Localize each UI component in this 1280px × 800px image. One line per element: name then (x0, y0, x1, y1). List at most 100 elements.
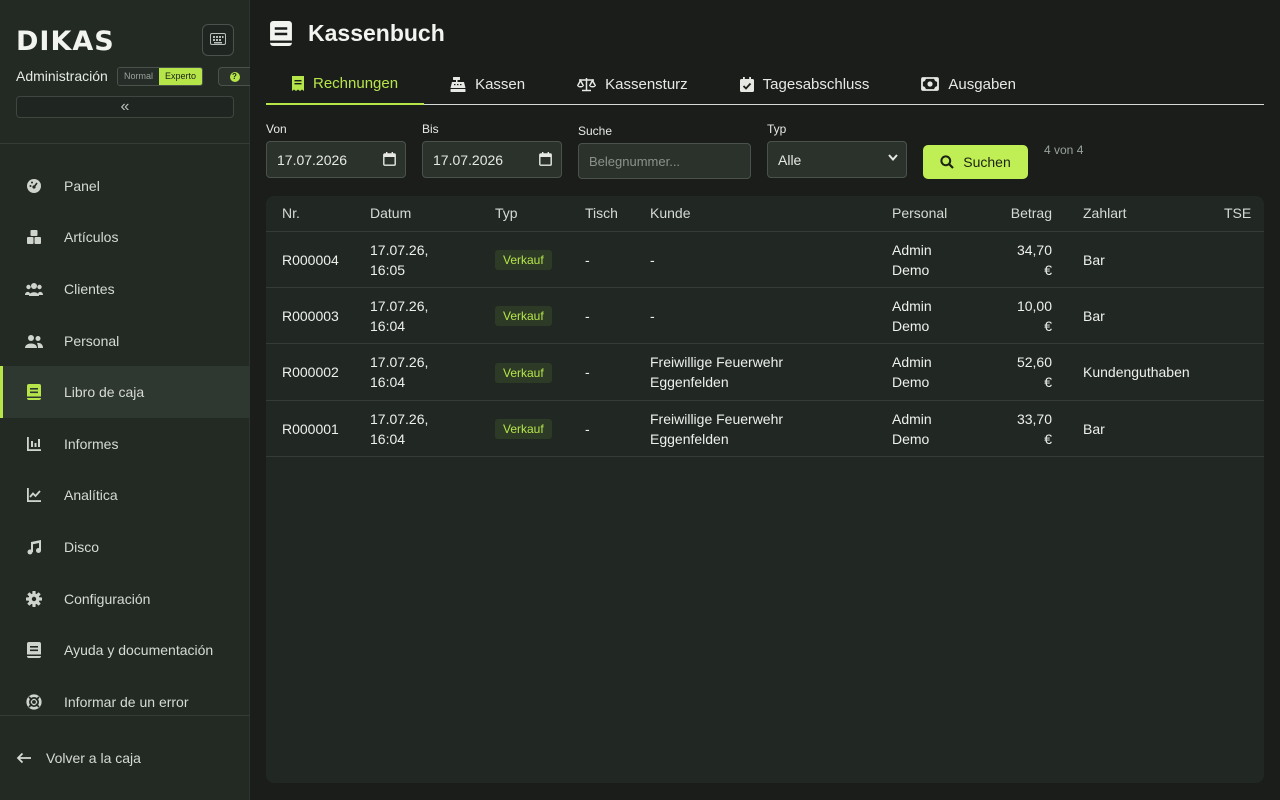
table-row[interactable]: R000001 17.07.26, 16:04 Verkauf - Freiwi… (266, 401, 1264, 457)
sidebar-item-clientes[interactable]: Clientes (0, 263, 250, 315)
mode-experto[interactable]: Experto (159, 68, 203, 85)
boxes-icon (24, 227, 44, 247)
users-icon (24, 279, 44, 299)
sidebar-item-articulos[interactable]: Artículos (0, 212, 250, 264)
tab-bar: Rechnungen Kassen Kassensturz Tagesabsch… (266, 64, 1264, 105)
tab-ausgaben[interactable]: Ausgaben (895, 64, 1042, 104)
invoice-table: Nr. Datum Typ Tisch Kunde Personal Betra… (266, 196, 1264, 783)
calendar-icon[interactable] (539, 152, 552, 166)
sidebar-item-personal[interactable]: Personal (0, 315, 250, 367)
mode-toggle: Normal Experto (117, 67, 204, 86)
column-header-zahlart: Zahlart (1083, 205, 1127, 221)
arrow-left-icon (16, 752, 32, 764)
back-to-register-link[interactable]: Volver a la caja (16, 750, 141, 766)
collapse-sidebar-button[interactable]: « (16, 96, 234, 118)
search-button[interactable]: Suchen (923, 145, 1028, 179)
cell-tisch: - (585, 421, 590, 437)
cell-tisch: - (585, 252, 590, 268)
type-select[interactable]: Alle (767, 141, 907, 178)
keyboard-button[interactable] (202, 24, 234, 56)
mode-normal[interactable]: Normal (118, 68, 160, 85)
chevron-down-icon (888, 154, 898, 161)
tab-rechnungen[interactable]: Rechnungen (266, 64, 425, 105)
page-title-text: Kassenbuch (308, 20, 445, 46)
tab-tagesabschluss[interactable]: Tagesabschluss (714, 64, 896, 104)
sidebar-divider (0, 143, 250, 144)
search-placeholder: Belegnummer... (589, 153, 681, 169)
from-date-value: 17.07.2026 (277, 151, 348, 168)
table-row[interactable]: R000002 17.07.26, 16:04 Verkauf - Freiwi… (266, 344, 1264, 401)
cell-date: 17.07.26, (370, 354, 429, 370)
help-button[interactable]: ? (218, 67, 250, 86)
to-date-input[interactable]: 17.07.2026 (422, 141, 562, 178)
cell-zahlart: Kundenguthaben (1083, 364, 1190, 380)
to-date-value: 17.07.2026 (433, 151, 504, 168)
cell-zahlart: Bar (1083, 252, 1105, 268)
cell-kunde: - (650, 308, 655, 324)
sidebar-item-disco[interactable]: Disco (0, 521, 250, 573)
tab-kassensturz[interactable]: Kassensturz (551, 64, 714, 104)
sidebar-item-ayuda[interactable]: Ayuda y documentación (0, 624, 250, 676)
cell-tisch: - (585, 308, 590, 324)
calendar-icon[interactable] (383, 152, 396, 166)
help-icon: ? (229, 71, 240, 82)
cell-zahlart: Bar (1083, 421, 1105, 437)
cell-date: 17.07.26, (370, 242, 429, 258)
cell-betrag: 34,70 (1016, 242, 1052, 258)
sidebar-item-configuracion[interactable]: Configuración (0, 573, 250, 625)
cell-currency: € (1044, 318, 1052, 334)
table-row[interactable]: R000003 17.07.26, 16:04 Verkauf - - Admi… (266, 288, 1264, 344)
result-count: 4 von 4 (1044, 143, 1084, 157)
type-selected-value: Alle (778, 151, 802, 168)
sidebar-item-analitica[interactable]: Analítica (0, 470, 250, 522)
sidebar-divider (0, 715, 250, 716)
tab-kassen[interactable]: Kassen (424, 64, 551, 104)
sidebar-item-label: Artículos (64, 229, 119, 246)
cell-time: 16:04 (370, 374, 406, 390)
sidebar-item-label: Informar de un error (64, 693, 189, 710)
column-header-typ: Typ (495, 205, 518, 221)
cell-nr: R000002 (282, 364, 339, 380)
book-icon (24, 640, 44, 660)
sidebar-item-label: Configuración (64, 590, 151, 607)
sidebar-item-panel[interactable]: Panel (0, 160, 250, 212)
sidebar: DIKAS Administración Normal Experto ? « … (0, 0, 250, 800)
scale-icon (577, 77, 597, 92)
column-header-kunde: Kunde (650, 205, 691, 221)
lifebuoy-icon (24, 692, 44, 712)
sidebar-item-informes[interactable]: Informes (0, 418, 250, 470)
cell-zahlart: Bar (1083, 308, 1105, 324)
page-title: Kassenbuch (270, 20, 445, 47)
column-header-tse: TSE (1224, 205, 1252, 221)
calendar-check-icon (739, 76, 754, 92)
cell-personal: Admin (892, 411, 932, 427)
filter-bar: Von 17.07.2026 Bis 17.07.2026 Suche Bele… (266, 122, 1264, 182)
cell-nr: R000003 (282, 308, 339, 324)
cell-time: 16:05 (370, 262, 406, 278)
search-input[interactable]: Belegnummer... (578, 143, 751, 179)
from-date-input[interactable]: 17.07.2026 (266, 141, 406, 178)
search-label: Suche (578, 124, 613, 138)
cell-date: 17.07.26, (370, 411, 429, 427)
cell-personal: Admin (892, 298, 932, 314)
cell-betrag: 10,00 (1016, 298, 1052, 314)
sidebar-item-label: Disco (64, 538, 100, 555)
from-label: Von (266, 122, 287, 136)
cell-currency: € (1044, 374, 1052, 390)
cell-currency: € (1044, 431, 1052, 447)
table-header: Nr. Datum Typ Tisch Kunde Personal Betra… (266, 196, 1264, 232)
type-badge: Verkauf (495, 419, 552, 439)
sidebar-item-label: Analítica (64, 487, 118, 504)
tab-label: Rechnungen (313, 75, 399, 92)
sidebar-item-label: Libro de caja (64, 384, 145, 401)
app-logo[interactable]: DIKAS (16, 26, 115, 57)
cell-personal-line2: Demo (892, 374, 930, 390)
cell-personal: Admin (892, 354, 932, 370)
cell-kunde-line2: Eggenfelden (650, 431, 729, 447)
type-label: Typ (767, 122, 787, 136)
table-row[interactable]: R000004 17.07.26, 16:05 Verkauf - - Admi… (266, 232, 1264, 288)
sidebar-item-informar-error[interactable]: Informar de un error (0, 676, 250, 728)
cash-register-icon (450, 76, 466, 92)
sidebar-item-libro-de-caja[interactable]: Libro de caja (0, 366, 250, 418)
bar-chart-icon (24, 434, 44, 454)
